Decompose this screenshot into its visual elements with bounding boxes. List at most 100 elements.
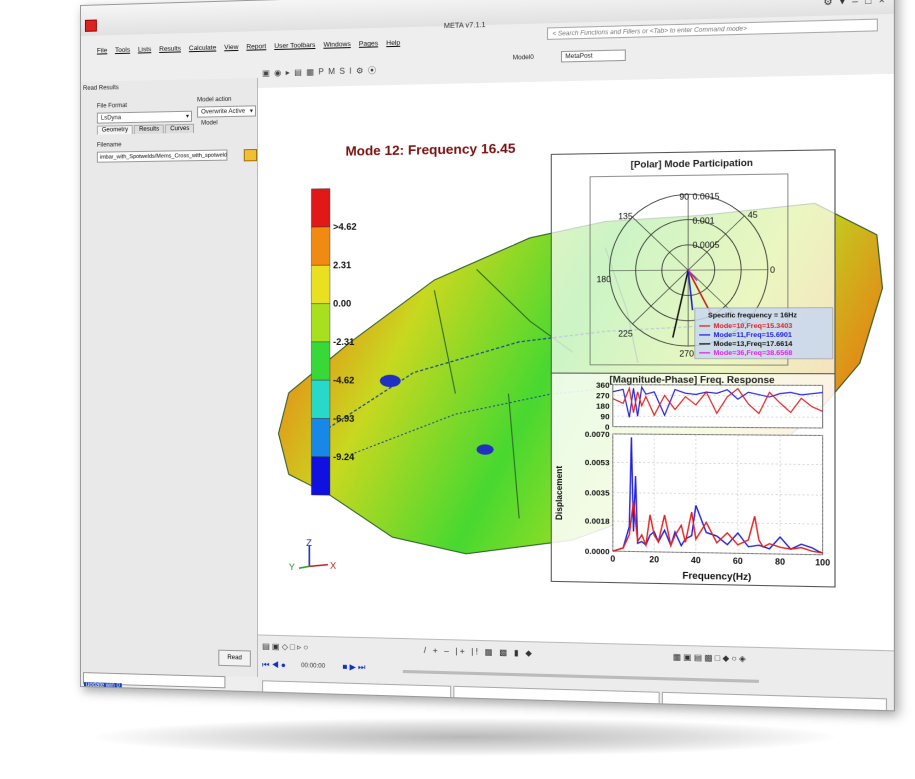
menu-tools[interactable]: Tools: [115, 47, 130, 54]
status-field-1[interactable]: [262, 680, 452, 699]
menu-results[interactable]: Results: [159, 45, 181, 53]
polar-plot-panel: [Polar] Mode Participation 0.0015 0.001 …: [551, 150, 835, 374]
polar-radial-2: 0.001: [693, 216, 716, 226]
phase-tick-label: 180: [596, 401, 610, 411]
x-tick-label: 20: [649, 555, 659, 565]
legend-swatch: [311, 342, 330, 380]
x-tick-label: 100: [815, 558, 831, 568]
y-tick-label: 0.0018: [585, 516, 610, 526]
drop-shadow: [95, 718, 835, 756]
viewport-canvas: Mode 12: Frequency 16.45 >4.62 2.31 0.00 -2…: [258, 140, 894, 650]
legend-swatch: [311, 418, 330, 456]
legend-label: 0.00: [333, 298, 351, 308]
x-tick-label: 80: [775, 557, 786, 567]
file-format-label: File Format: [96, 102, 128, 110]
read-button[interactable]: Read: [218, 649, 251, 667]
playback-buttons[interactable]: ■▶⏭: [342, 662, 367, 673]
axis-triad: Z X Y: [289, 538, 336, 573]
file-format-select[interactable]: LsDyna ▾: [96, 110, 193, 124]
menu-windows[interactable]: Windows: [323, 41, 350, 49]
legend-swatch: [311, 189, 330, 228]
y-tick-label: 0.0035: [585, 488, 610, 498]
model-selector[interactable]: Model0: [513, 55, 534, 62]
animation-time: 00:00:00: [301, 663, 326, 670]
filename-input[interactable]: imbar_with_Spotwelds/Mems_Cross_with_spo…: [96, 149, 228, 163]
menu-file[interactable]: File: [97, 47, 107, 54]
main-toolbar[interactable]: ▣ ◉ ▸ ▤ ▦ P M S I ⚙ ⦿: [262, 65, 377, 82]
polar-angle-225: 225: [618, 329, 633, 338]
sidebar-tabs: Geometry Results Curves: [96, 123, 196, 135]
3d-viewport[interactable]: Mode 12: Frequency 16.45 >4.62 2.31 0.00 -2…: [258, 73, 894, 651]
legend-swatch: [311, 227, 330, 265]
sidebar: Read Results File Format LsDyna ▾ Model a…: [80, 77, 259, 678]
filename-label: Filename: [96, 142, 122, 149]
freq-response-panel: [Magnitude-Phase] Freq. Response 3602701…: [551, 373, 835, 587]
phase-tick-label: 360: [596, 380, 610, 390]
polar-angle-270: 270: [679, 349, 694, 359]
phase-tick-label: 90: [601, 412, 610, 422]
legend-label: >4.62: [333, 222, 357, 233]
legend-label: -4.62: [333, 375, 354, 385]
legend-swatch: [311, 457, 330, 496]
model-action-label: Model action: [197, 96, 232, 104]
axis-y-label: Y: [289, 562, 295, 572]
view-controls[interactable]: ▤▣◇□▹○: [262, 642, 310, 652]
x-tick-label: 60: [733, 556, 743, 566]
polar-legend-entry: Mode=36,Freq=38.6568: [713, 350, 792, 357]
y-tick-label: 0.0053: [585, 458, 610, 468]
freq-chart-title: [Magnitude-Phase] Freq. Response: [609, 374, 774, 385]
legend-label: -6.93: [333, 413, 354, 423]
mode-title: Mode 12: Frequency 16.45: [346, 140, 516, 158]
y-axis-label: Displacement: [554, 465, 564, 520]
polar-angle-45: 45: [748, 210, 759, 220]
phase-tick-label: 270: [596, 391, 610, 401]
menu-pages[interactable]: Pages: [359, 40, 378, 48]
polar-radial-3: 0.0005: [693, 240, 721, 250]
edit-tools[interactable]: / + – |+ |! ▦ ▩ ▮ ◆: [424, 646, 534, 658]
polar-angle-135: 135: [618, 212, 633, 222]
polar-legend-entry: Mode=11,Freq=15.6901: [713, 332, 792, 340]
menu-lists[interactable]: Lists: [138, 46, 151, 53]
menu-calculate[interactable]: Calculate: [189, 44, 216, 52]
tab-results[interactable]: Results: [134, 124, 165, 134]
folder-icon[interactable]: [243, 148, 257, 162]
menu-report[interactable]: Report: [246, 43, 266, 51]
polar-radial-1: 0.0015: [693, 192, 721, 202]
menu-user-toolbars[interactable]: User Toolbars: [274, 42, 315, 50]
polar-title: [Polar] Mode Participation: [631, 157, 753, 169]
page-selector[interactable]: MetaPost: [560, 49, 626, 63]
legend-swatch: [311, 265, 330, 303]
polar-legend-title: Specific frequency = 16Hz: [708, 312, 797, 320]
legend-label: 2.31: [333, 260, 351, 270]
legend-swatch: [311, 380, 330, 418]
y-tick-label: 0.0070: [585, 430, 610, 440]
menu-help[interactable]: Help: [386, 40, 400, 48]
polar-angle-180: 180: [597, 275, 612, 285]
axis-x-label: X: [330, 561, 336, 571]
animation-slider[interactable]: [402, 669, 759, 683]
display-mode-tools[interactable]: ▦▣▤▩□◆○◈: [673, 652, 748, 663]
polar-legend-entry: Mode=13,Freq=17.6614: [713, 341, 792, 348]
legend-label: -9.24: [333, 452, 354, 462]
window-title: META v7.1.1: [443, 21, 486, 31]
legend-swatch: [311, 304, 330, 342]
polar-angle-0: 0: [770, 265, 776, 275]
status-field-2[interactable]: [453, 685, 660, 705]
polar-angle-90: 90: [679, 192, 689, 202]
y-tick-label: 0.0000: [585, 546, 610, 556]
legend-label: -2.31: [333, 337, 354, 347]
model-action-select[interactable]: Overwrite Active Model ▾: [197, 105, 256, 127]
x-tick-label: 40: [691, 556, 701, 566]
axis-z-label: Z: [306, 538, 312, 548]
app-window: META v7.1.1 ⚙ ▾ – □ × < Search Functions…: [80, 0, 895, 712]
window-controls[interactable]: ⚙ ▾ – □ ×: [823, 0, 887, 8]
tab-geometry[interactable]: Geometry: [96, 124, 134, 135]
animation-controls[interactable]: ⏮◀●: [262, 660, 288, 671]
polar-legend-entry: Mode=10,Freq=15.3403: [713, 323, 792, 331]
app-logo-icon: [84, 19, 97, 32]
x-tick-label: 0: [610, 554, 615, 564]
status-field-3[interactable]: [661, 691, 888, 712]
tab-curves[interactable]: Curves: [165, 123, 195, 134]
menu-view[interactable]: View: [224, 44, 238, 51]
sidebar-title: Read Results: [82, 85, 119, 92]
